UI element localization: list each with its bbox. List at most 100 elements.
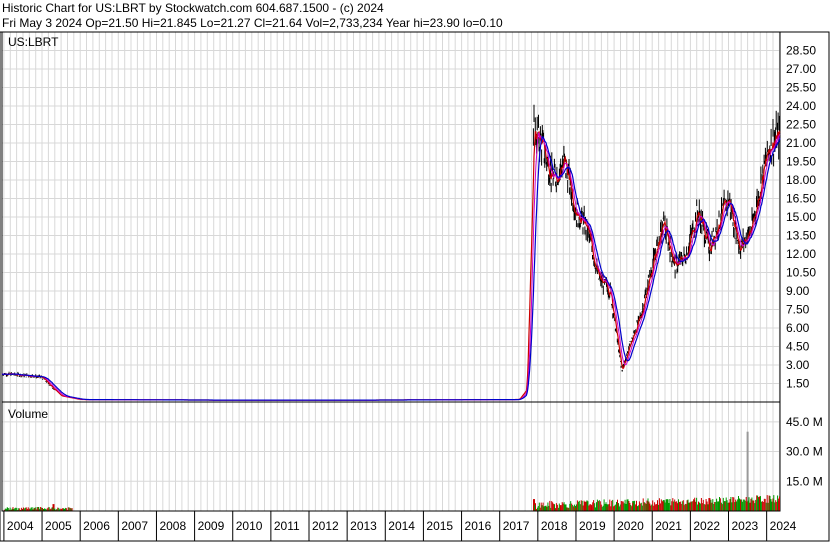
volume-bar xyxy=(764,498,766,511)
volume-bar xyxy=(541,505,543,511)
volume-bar xyxy=(671,501,673,511)
volume-bar xyxy=(562,503,564,511)
volume-bar xyxy=(52,507,54,511)
volume-bar xyxy=(558,503,560,511)
volume-bar xyxy=(581,500,583,511)
volume-bar xyxy=(668,503,670,511)
volume-bar xyxy=(651,504,653,511)
volume-bar xyxy=(777,495,779,511)
volume-bar xyxy=(767,502,769,511)
volume-bar xyxy=(642,498,644,511)
volume-bar xyxy=(760,496,761,511)
volume-bar xyxy=(605,502,607,511)
volume-bar xyxy=(643,502,645,511)
volume-bar xyxy=(675,501,677,511)
volume-bar xyxy=(766,495,768,511)
x-tick-label: 2013 xyxy=(350,519,377,533)
volume-bar xyxy=(547,502,549,511)
volume-bar xyxy=(738,496,739,511)
volume-bar xyxy=(697,504,699,511)
volume-bar xyxy=(725,497,727,511)
volume-bar xyxy=(658,504,659,511)
volume-bar xyxy=(51,507,53,511)
volume-bar xyxy=(601,506,603,511)
volume-bar xyxy=(556,504,558,511)
volume-bar xyxy=(740,499,742,511)
x-tick-label: 2017 xyxy=(503,519,530,533)
volume-bar xyxy=(660,499,662,511)
volume-bar xyxy=(662,501,664,511)
volume-bar xyxy=(676,501,678,511)
volume-bar xyxy=(672,498,674,511)
volume-bar xyxy=(743,499,745,511)
x-tick-label: 2005 xyxy=(45,519,72,533)
volume-bar xyxy=(617,499,618,511)
x-tick-label: 2007 xyxy=(121,519,148,533)
volume-bar xyxy=(637,506,638,511)
x-tick-label: 2016 xyxy=(465,519,492,533)
volume-bar xyxy=(694,497,696,511)
volume-y-tick-label: 30.0 M xyxy=(786,445,823,459)
volume-bar xyxy=(693,499,695,511)
volume-bar xyxy=(702,499,704,511)
volume-bar xyxy=(630,505,632,511)
price-y-tick-label: 9.00 xyxy=(786,284,810,298)
price-y-tick-label: 19.50 xyxy=(786,155,816,169)
volume-bar xyxy=(555,503,557,511)
volume-bar xyxy=(687,499,689,511)
volume-bar xyxy=(573,506,575,511)
volume-bar xyxy=(731,502,733,511)
volume-bar xyxy=(744,500,746,511)
volume-bar xyxy=(569,503,571,511)
volume-bar xyxy=(645,503,647,511)
volume-bar xyxy=(677,503,678,511)
volume-bar xyxy=(9,507,11,511)
volume-bar xyxy=(733,497,735,511)
volume-bar xyxy=(552,502,554,511)
volume-bar xyxy=(696,497,698,511)
price-y-tick-label: 7.50 xyxy=(786,303,810,317)
volume-bar xyxy=(726,500,728,511)
volume-bar xyxy=(765,502,767,511)
volume-bar xyxy=(639,503,641,511)
volume-bar xyxy=(543,506,545,511)
x-tick-label: 2018 xyxy=(541,519,568,533)
volume-bar xyxy=(746,501,748,511)
volume-bar xyxy=(57,507,59,511)
x-tick-label: 2009 xyxy=(198,519,225,533)
volume-bar xyxy=(737,499,739,511)
volume-bar xyxy=(590,504,592,511)
volume-bar xyxy=(6,507,8,511)
price-y-tick-label: 13.50 xyxy=(786,229,816,243)
volume-bar xyxy=(761,501,763,511)
volume-bar xyxy=(537,506,539,511)
volume-bar xyxy=(31,507,33,511)
volume-bar xyxy=(748,497,750,511)
volume-bar xyxy=(538,502,540,511)
volume-bar xyxy=(607,504,609,511)
volume-bar xyxy=(752,500,754,511)
volume-bar xyxy=(699,502,700,511)
volume-bar xyxy=(686,500,688,511)
volume-bar xyxy=(41,507,43,511)
volume-bar xyxy=(534,504,535,511)
volume-panel: 15.0 M 30.0 M 45.0 M Volume xyxy=(1,401,823,512)
volume-bar xyxy=(678,502,680,511)
volume-bar xyxy=(729,499,731,511)
x-tick-label: 2022 xyxy=(693,519,720,533)
volume-bar xyxy=(610,506,612,511)
volume-bar xyxy=(705,499,707,511)
volume-bar xyxy=(739,498,740,511)
volume-bar xyxy=(598,500,600,511)
volume-bar xyxy=(706,501,708,511)
volume-bar xyxy=(654,502,656,511)
volume-bar xyxy=(723,503,725,511)
volume-bar xyxy=(701,503,703,511)
volume-bar xyxy=(567,507,569,511)
volume-bar xyxy=(599,501,601,511)
volume-bar xyxy=(544,506,546,511)
volume-bar xyxy=(730,497,732,511)
volume-bar xyxy=(755,499,757,511)
volume-bar xyxy=(23,507,24,511)
volume-bar xyxy=(646,500,648,511)
